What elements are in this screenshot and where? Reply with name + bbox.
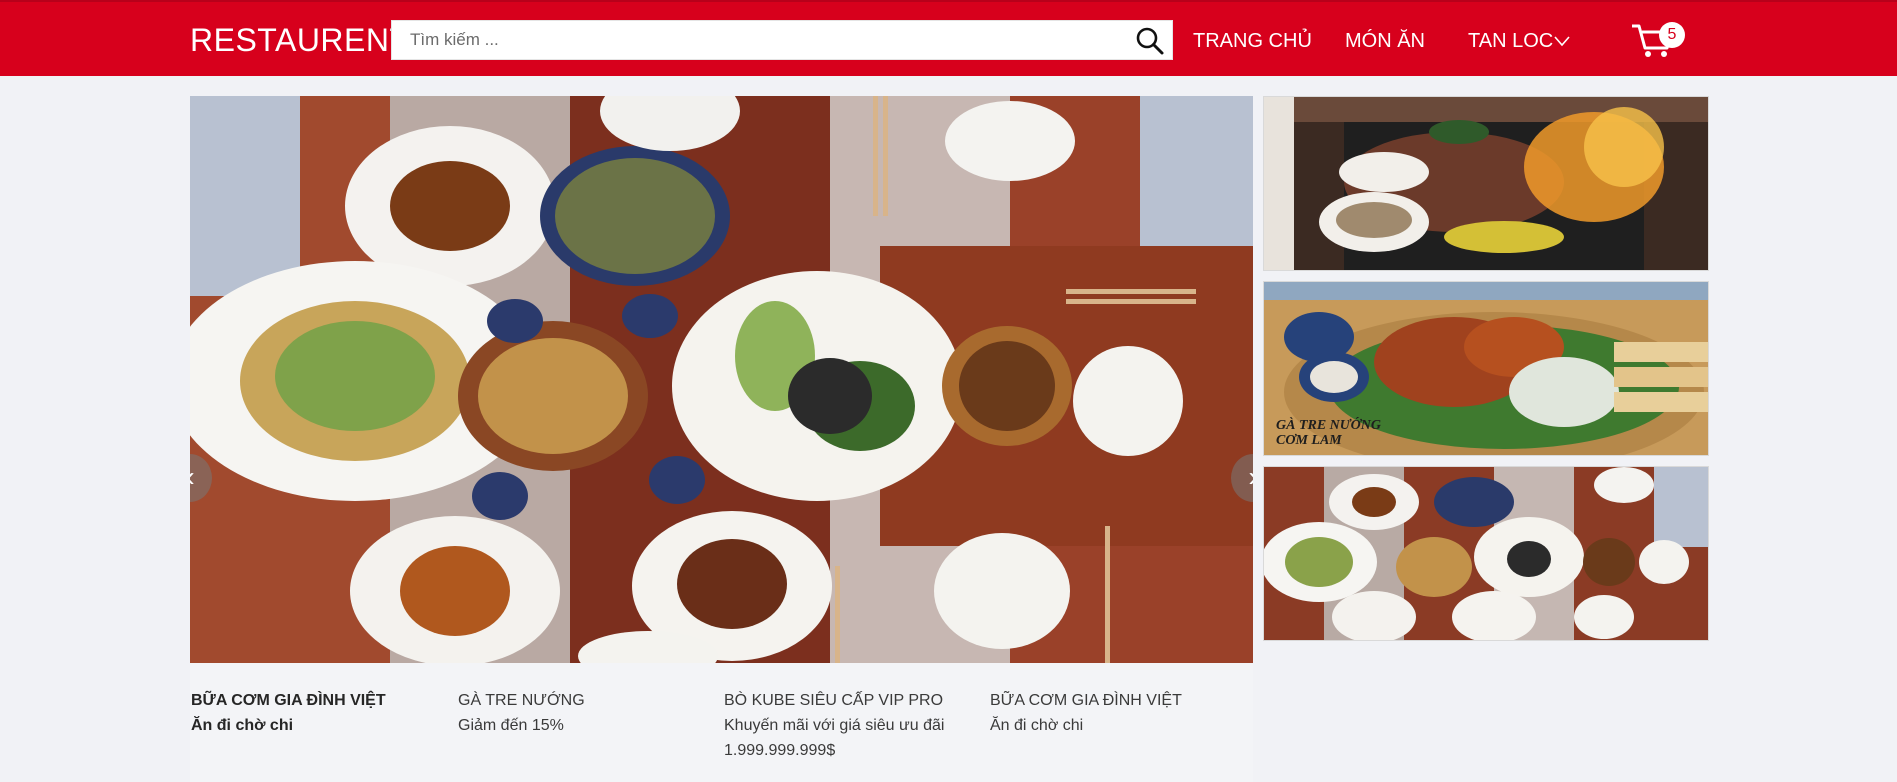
search-icon — [1136, 27, 1164, 55]
caption-title: GÀ TRE NƯỚNG — [458, 692, 585, 709]
side-banner-text-1: GÀ TRE NƯỚNG — [1276, 416, 1381, 433]
caption-subtitle: Giảm đến 15% — [458, 717, 564, 734]
main-banner-image[interactable]: ‹ › — [190, 96, 1253, 663]
caption-item-3[interactable]: BÒ KUBE SIÊU CẤP VIP PRO Khuyến mãi với … — [724, 689, 964, 763]
grill-image — [1264, 97, 1708, 270]
caption-subtitle: Ăn đi chờ chi — [191, 717, 294, 734]
nav-trang-chu[interactable]: TRANG CHỦ — [1193, 30, 1312, 53]
cart-count-badge: 5 — [1659, 22, 1685, 48]
side-banner-grill[interactable] — [1263, 96, 1709, 271]
search-box — [391, 20, 1173, 60]
caption-subtitle: Khuyến mãi với giá siêu ưu đãi 1.999.999… — [724, 717, 945, 759]
carousel-captions: BỮA CƠM GIA ĐÌNH VIỆT Ăn đi chờ chi GÀ T… — [190, 663, 1253, 782]
caption-title: BỮA CƠM GIA ĐÌNH VIỆT — [990, 692, 1182, 709]
search-input[interactable] — [392, 21, 1112, 59]
nav-mon-an[interactable]: MÓN ĂN — [1345, 30, 1425, 53]
grilled-chicken-image: GÀ TRE NƯỚNG CƠM LAM — [1264, 282, 1708, 455]
side-banner-text-2: CƠM LAM — [1276, 433, 1342, 448]
caption-item-1[interactable]: BỮA CƠM GIA ĐÌNH VIỆT Ăn đi chờ chi — [191, 689, 431, 738]
top-navbar: RESTAURENT TRANG CHỦ MÓN ĂN TAN LOC 5 — [0, 0, 1897, 76]
side-banner-family-meal[interactable] — [1263, 466, 1709, 641]
caption-item-2[interactable]: GÀ TRE NƯỚNG Giảm đến 15% — [458, 689, 698, 738]
nav-tan-loc-label: TAN LOC — [1468, 30, 1554, 52]
caption-subtitle: Ăn đi chờ chi — [990, 717, 1084, 734]
caption-title: BỮA CƠM GIA ĐÌNH VIỆT — [191, 692, 386, 709]
brand-logo[interactable]: RESTAURENT — [190, 22, 410, 59]
food-table-image — [190, 96, 1253, 663]
search-button[interactable] — [1134, 25, 1166, 57]
nav-tan-loc[interactable]: TAN LOC — [1468, 30, 1570, 53]
caption-item-4[interactable]: BỮA CƠM GIA ĐÌNH VIỆT Ăn đi chờ chi — [990, 689, 1230, 738]
chevron-down-icon — [1554, 36, 1570, 47]
side-banner-ga-tre[interactable]: GÀ TRE NƯỚNG CƠM LAM — [1263, 281, 1709, 456]
family-meal-thumbnail — [1264, 467, 1708, 640]
caption-title: BÒ KUBE SIÊU CẤP VIP PRO — [724, 692, 944, 709]
